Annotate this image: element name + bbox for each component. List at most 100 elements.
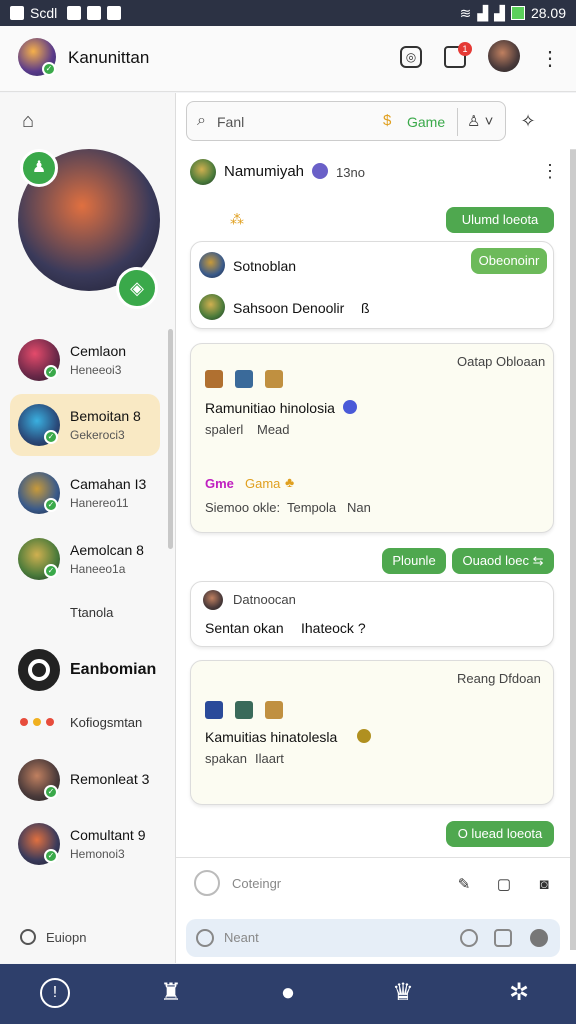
chat-name[interactable]: Kofiogsmtan	[70, 715, 142, 730]
conversation-avatar[interactable]	[190, 159, 216, 185]
dot-red	[20, 718, 28, 726]
chat-item[interactable]: ✓ Aemolcan 8 Haneeo1a	[10, 528, 160, 590]
item-icon	[265, 701, 283, 719]
chat-name[interactable]: Eanbomian	[70, 661, 156, 679]
dot-red	[46, 718, 54, 726]
chat-section-label[interactable]: Ttanola	[70, 605, 113, 620]
app-icon	[10, 6, 24, 20]
app-header: ✓ Kanunittan ◎ 1 ⋮	[0, 26, 576, 92]
verified-icon: ✓	[44, 785, 58, 799]
verified-icon: ✓	[44, 430, 58, 444]
status-left-text: Scdl	[30, 5, 58, 21]
edit-icon[interactable]: ✎	[452, 872, 476, 896]
dot-yellow	[33, 718, 41, 726]
chat-sub: Gekeroci3	[70, 428, 125, 442]
globe-icon	[343, 400, 357, 414]
message-row: Datnoocan	[233, 592, 296, 607]
game-label: Gme	[205, 476, 234, 491]
verified-icon: ✓	[44, 498, 58, 512]
pin-icon[interactable]: ✧	[516, 109, 540, 133]
card-corner-label: Oatap Obloaan	[457, 354, 546, 369]
chat-name: Camahan I3	[70, 476, 147, 492]
conversation-name: Namumiyah	[224, 163, 305, 180]
mail-icon	[87, 6, 102, 20]
clock: 28.09	[530, 5, 566, 21]
message-avatar	[199, 252, 225, 278]
castle-icon[interactable]: ♜	[156, 978, 186, 1008]
camera-icon[interactable]: ◎	[400, 46, 422, 68]
sparkle-icon: ⁂	[230, 211, 244, 227]
chat-name: Aemolcan 8	[70, 542, 144, 558]
add-icon[interactable]	[194, 870, 220, 896]
card-link[interactable]: Ilaart	[255, 751, 284, 766]
action-pill[interactable]: Ulumd loeota	[446, 207, 554, 233]
action-pill-label: Ouaod loec	[462, 553, 529, 568]
conversation-panel: ⌕ Fanl $ Game ♙ ˅ ✧ Namumiyah 13no ⋮ ⁂ U…	[176, 93, 576, 963]
battery-icon	[510, 6, 525, 20]
card-link[interactable]: Mead	[257, 422, 290, 437]
message-input[interactable]: Neant	[186, 919, 560, 957]
more-options-icon[interactable]: ⋮	[538, 46, 562, 70]
emoji-icon[interactable]	[20, 929, 36, 945]
more-options-icon[interactable]: ⋮	[538, 159, 562, 183]
action-pill[interactable]: O luead loeota	[446, 821, 554, 847]
message-card[interactable]: Datnoocan Sentan okan Ihateock ?	[190, 581, 554, 647]
action-pill[interactable]: Plounle	[382, 548, 446, 574]
chat-item[interactable]: ✓ Comultant 9 Hemonoi3	[10, 813, 160, 875]
game-badge-icon: ♟	[20, 149, 58, 187]
send-icon[interactable]	[530, 929, 548, 947]
composer-input[interactable]: Coteingr	[232, 876, 281, 891]
sidebar: ⌂ ♟ ◈ ✓ Cemlaon Heneeoi3 ✓ Bemoitan 8 Ge…	[0, 93, 176, 963]
item-icon	[205, 701, 223, 719]
item-icon	[265, 370, 283, 388]
game-label: Gama	[245, 476, 281, 491]
alert-icon[interactable]: !	[40, 978, 70, 1008]
message-card[interactable]: Sotnoblan Obeonoinr Sahsoon Denoolir ß	[190, 241, 554, 329]
home-icon[interactable]: ⌂	[16, 109, 40, 133]
sidebar-scrollbar[interactable]	[168, 329, 173, 549]
message-card[interactable]: Reang Dfdoan Kamuitias hinatolesla spaka…	[190, 660, 554, 805]
message-avatar	[203, 590, 223, 610]
item-icon	[235, 701, 253, 719]
chat-avatar[interactable]	[18, 649, 60, 691]
chat-item-active[interactable]: ✓ Bemoitan 8 Gekeroci3	[10, 394, 160, 456]
search-icon: ⌕	[197, 112, 206, 129]
chat-item[interactable]: ✓ Camahan I3 Hanereo11	[10, 462, 160, 524]
status-icon	[312, 163, 328, 179]
profile-avatar[interactable]	[488, 40, 520, 72]
profile-icon[interactable]: ●	[273, 978, 303, 1008]
search-input[interactable]: Fanl	[217, 114, 244, 130]
chat-icon[interactable]: ▢	[492, 872, 516, 896]
signal-icon: ▟	[477, 4, 489, 21]
game-filter-label[interactable]: Game	[407, 114, 445, 130]
settings-icon[interactable]: ✲	[504, 978, 534, 1008]
card-link[interactable]: Nan	[347, 500, 371, 515]
community-icon[interactable]: ♛	[388, 978, 418, 1008]
action-pill[interactable]: Ouaod loec ⇆	[452, 548, 554, 574]
image-icon[interactable]	[494, 929, 512, 947]
chat-name: Bemoitan 8	[70, 408, 141, 424]
camera-icon[interactable]: ◙	[532, 872, 556, 896]
edge-strip	[570, 150, 576, 950]
notification-badge: 1	[458, 42, 472, 56]
sidebar-footer-label[interactable]: Euiopn	[46, 930, 86, 945]
chat-item[interactable]: ✓ Cemlaon Heneeoi3	[10, 329, 160, 391]
status-bar: Scdl ≋ ▟ ▟ 28.09	[0, 0, 576, 26]
smile-icon[interactable]	[460, 929, 478, 947]
message-card[interactable]: Oatap Obloaan Ramunitiao hinolosia spale…	[190, 343, 554, 533]
coin-icon: ♣	[285, 474, 295, 490]
search-bar[interactable]: ⌕ Fanl $ Game ♙ ˅	[186, 101, 506, 141]
message-input-placeholder: Neant	[224, 930, 259, 945]
card-sub: spakan	[205, 751, 247, 766]
chat-name: Remonleat 3	[70, 771, 150, 787]
user-filter-icon[interactable]: ♙ ˅	[467, 112, 493, 130]
card-link[interactable]: Tempola	[287, 500, 336, 515]
card-title: Ramunitiao hinolosia	[205, 400, 335, 416]
emoji-icon[interactable]	[196, 929, 214, 947]
chat-name: Comultant 9	[70, 827, 146, 843]
chat-item[interactable]: ✓ Remonleat 3	[10, 749, 160, 811]
conversation-meta: 13no	[336, 165, 365, 180]
item-icon	[205, 370, 223, 388]
wifi-icon: ≋	[459, 4, 472, 21]
reply-pill[interactable]: Obeonoinr	[471, 248, 547, 274]
